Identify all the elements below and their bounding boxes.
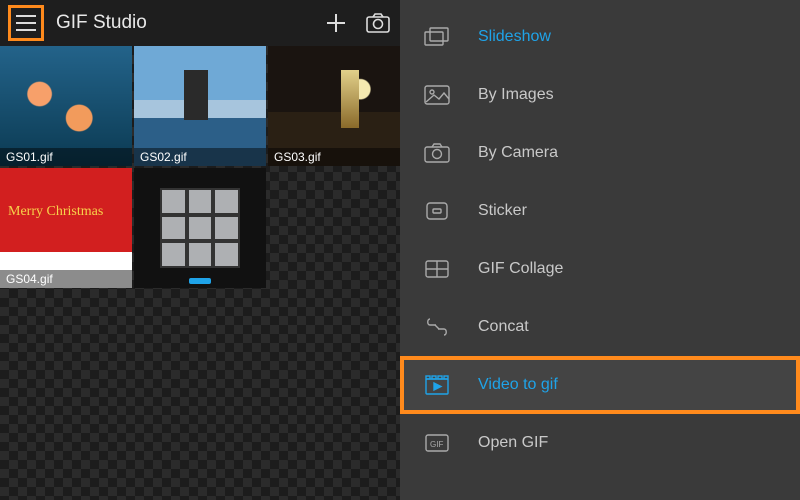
menu-item-slideshow[interactable]: Slideshow [400, 8, 800, 66]
sticker-icon [424, 200, 450, 222]
thumb-filename: GS01.gif [0, 148, 132, 166]
collage-icon [424, 258, 450, 280]
main-panel: GIF Studio GS01.gif GS02.gif GS03.gif GS… [0, 0, 400, 500]
video-icon [424, 374, 450, 396]
gallery-grid: GS01.gif GS02.gif GS03.gif GS04.gif [0, 46, 400, 500]
menu-item-sticker[interactable]: Sticker [400, 182, 800, 240]
camera-button[interactable] [364, 9, 392, 37]
gallery-thumb[interactable] [134, 168, 266, 288]
menu-label: Sticker [478, 202, 527, 220]
menu-label: Slideshow [478, 28, 551, 46]
svg-text:GIF: GIF [430, 440, 443, 449]
hamburger-icon[interactable] [12, 9, 40, 37]
menu-item-concat[interactable]: Concat [400, 298, 800, 356]
gallery-thumb[interactable]: GS02.gif [134, 46, 266, 166]
resize-handle-icon [189, 278, 211, 284]
thumb-image [134, 168, 266, 288]
collage-preview [160, 188, 240, 268]
menu-label: Video to gif [478, 376, 558, 394]
menu-drawer: Slideshow By Images By Camera Sticker GI… [400, 0, 800, 500]
camera-icon [424, 142, 450, 164]
menu-item-gif-collage[interactable]: GIF Collage [400, 240, 800, 298]
menu-label: By Images [478, 86, 554, 104]
gallery-thumb[interactable]: GS04.gif [0, 168, 132, 288]
gallery-thumb[interactable]: GS03.gif [268, 46, 400, 166]
menu-button-highlight [8, 5, 44, 41]
menu-item-by-images[interactable]: By Images [400, 66, 800, 124]
app-title: GIF Studio [56, 12, 310, 34]
menu-item-open-gif[interactable]: GIF Open GIF [400, 414, 800, 472]
images-icon [424, 84, 450, 106]
thumb-filename: GS04.gif [0, 270, 132, 288]
thumb-filename: GS02.gif [134, 148, 266, 166]
menu-item-video-to-gif[interactable]: Video to gif [400, 356, 800, 414]
top-bar-actions [322, 9, 392, 37]
concat-icon [424, 316, 450, 338]
menu-label: Open GIF [478, 434, 548, 452]
top-bar: GIF Studio [0, 0, 400, 46]
menu-item-by-camera[interactable]: By Camera [400, 124, 800, 182]
slideshow-icon [424, 26, 450, 48]
open-gif-icon: GIF [424, 432, 450, 454]
gallery-thumb[interactable]: GS01.gif [0, 46, 132, 166]
thumb-filename: GS03.gif [268, 148, 400, 166]
add-button[interactable] [322, 9, 350, 37]
menu-label: GIF Collage [478, 260, 563, 278]
menu-label: By Camera [478, 144, 558, 162]
menu-label: Concat [478, 318, 529, 336]
